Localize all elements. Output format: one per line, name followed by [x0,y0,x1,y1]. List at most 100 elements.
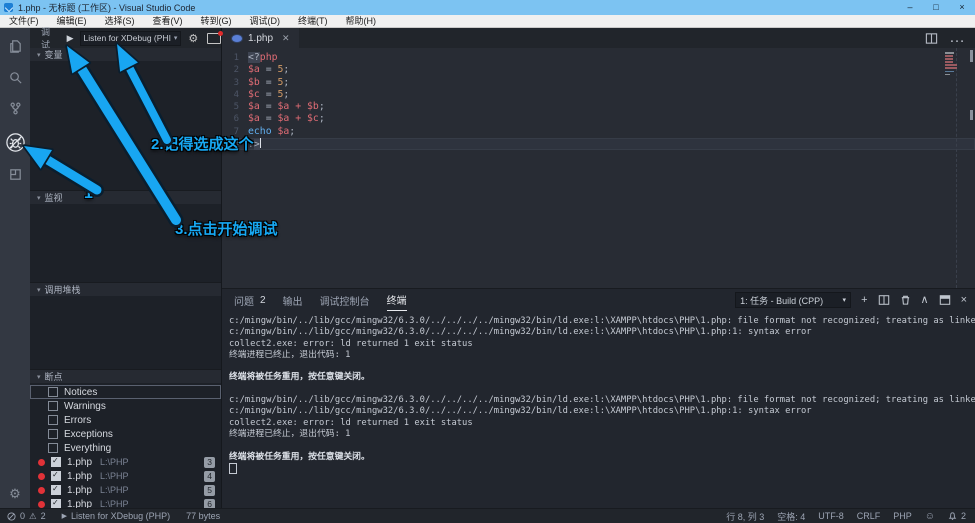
indentation-status[interactable]: 空格: 4 [777,510,805,523]
menu-item[interactable]: 帮助(H) [337,15,386,28]
configure-gear-icon[interactable]: ⚙ [188,32,198,45]
breakpoint-filter-row[interactable]: Errors [30,413,221,427]
editor-ruler [956,48,957,288]
panel-tab-问题[interactable]: 问题2 [234,290,266,311]
overview-ruler-mark [970,50,973,62]
search-icon[interactable] [0,65,30,89]
code-line[interactable]: 3$b = 5; [222,77,975,89]
code-line[interactable]: 6$a = $a + $c; [222,113,975,125]
breakpoint-row[interactable]: 1.phpL:\PHP4 [30,469,221,483]
code-line[interactable]: 7echo $a; [222,126,975,138]
terminal-select-dropdown[interactable]: 1: 任务 - Build (CPP) ▾ [735,292,851,308]
menu-item[interactable]: 查看(V) [144,15,192,28]
breakpoint-filter-row[interactable]: Notices [30,385,221,399]
section-watch[interactable]: ▾ 监视 [30,190,221,204]
debug-console-icon[interactable] [207,33,221,44]
line-number: 5 [222,101,248,113]
section-variables[interactable]: ▾ 变量 [30,48,221,61]
code-line[interactable]: 1<?php [222,52,975,64]
breakpoint-file: 1.php [67,485,92,496]
terminal-line: c:/mingw/bin/../lib/gcc/mingw32/6.3.0/..… [229,395,975,406]
code-text: <?php [248,52,278,64]
vscode-logo-icon [4,3,13,12]
feedback-smiley-icon[interactable]: ☺ [925,511,935,522]
panel-tab-终端[interactable]: 终端 [387,290,407,311]
breakpoint-filter-row[interactable]: Everything [30,441,221,455]
breakpoint-file: 1.php [67,499,92,509]
variables-content [30,61,221,190]
checkbox-checked[interactable] [51,471,61,481]
panel-tab-输出[interactable]: 输出 [283,290,303,311]
checkbox-checked[interactable] [51,457,61,467]
checkbox-unchecked[interactable] [48,429,58,439]
new-terminal-icon[interactable]: + [861,295,867,306]
code-editor[interactable]: 1<?php2$a = 5;3$b = 5;4$c = 5;5$a = $a +… [222,48,975,288]
language-status[interactable]: PHP [893,511,912,521]
close-panel-icon[interactable]: × [961,295,967,306]
split-editor-icon[interactable] [925,32,938,45]
extensions-icon[interactable] [0,162,30,186]
more-actions-icon[interactable]: … [949,29,965,47]
annotation-step2: 2.记得选成这个 [151,133,254,154]
menu-item[interactable]: 终端(T) [289,15,337,28]
breakpoint-filter-row[interactable]: Warnings [30,399,221,413]
line-number: 2 [222,64,248,76]
breakpoint-path: L:\PHP [100,457,129,467]
settings-gear-icon[interactable]: ⚙ [0,486,30,502]
panel-tab-label: 问题 [234,293,254,308]
debug-status[interactable]: ▶ Listen for XDebug (PHP) [62,511,170,521]
terminal-line: 终端进程已终止，退出代码: 1 [229,350,975,361]
encoding-status[interactable]: UTF-8 [818,511,844,521]
close-tab-icon[interactable]: ✕ [282,33,290,44]
breakpoint-row[interactable]: 1.phpL:\PHP6 [30,497,221,508]
eol-status[interactable]: CRLF [857,511,881,521]
start-debugging-button[interactable]: ▶ [67,33,74,43]
breakpoint-row[interactable]: 1.phpL:\PHP5 [30,483,221,497]
checkbox-unchecked[interactable] [48,443,58,453]
kill-terminal-trash-icon[interactable] [900,294,911,306]
split-terminal-icon[interactable] [878,294,890,306]
menu-item[interactable]: 调试(D) [241,15,290,28]
debug-sidebar: 调试 ▶ Listen for XDebug (PHI ▾ ⚙ ▾ 变量 ▾ 监… [30,28,222,508]
notifications-bell[interactable]: 2 [948,511,966,521]
section-breakpoints[interactable]: ▾ 断点 [30,369,221,383]
close-button[interactable]: × [949,0,975,15]
filter-label: Errors [64,415,91,426]
breakpoint-line-badge: 6 [204,499,215,509]
vscode-window: 1.php - 无标题 (工作区) - Visual Studio Code –… [0,0,975,523]
panel-tab-调试控制台[interactable]: 调试控制台 [320,290,370,311]
checkbox-unchecked[interactable] [48,415,58,425]
checkbox-unchecked[interactable] [48,401,58,411]
checkbox-checked[interactable] [51,499,61,508]
chevron-up-icon[interactable]: ∧ [921,295,929,306]
debug-icon[interactable] [0,130,30,154]
menu-item[interactable]: 转到(G) [192,15,241,28]
section-call-stack[interactable]: ▾ 调用堆栈 [30,282,221,296]
code-line[interactable]: 5$a = $a + $b; [222,101,975,113]
twistie-icon: ▾ [37,286,41,294]
code-text: $b = 5; [248,77,289,89]
minimize-button[interactable]: – [897,0,923,15]
menu-item[interactable]: 选择(S) [96,15,144,28]
maximize-panel-icon[interactable] [939,294,951,306]
breakpoint-row[interactable]: 1.phpL:\PHP3 [30,455,221,469]
problems-status[interactable]: 0 ⚠ 2 [7,511,46,522]
breakpoint-file: 1.php [67,457,92,468]
breakpoint-dot-icon [38,473,45,480]
source-control-icon[interactable] [0,96,30,120]
terminal-output[interactable]: c:/mingw/bin/../lib/gcc/mingw32/6.3.0/..… [222,311,975,508]
terminal-line: collect2.exe: error: ld returned 1 exit … [229,418,975,429]
code-line[interactable]: 8?> [222,138,975,150]
debug-config-dropdown[interactable]: Listen for XDebug (PHI ▾ [80,31,182,46]
minimap[interactable] [945,52,959,77]
explorer-icon[interactable] [0,34,30,58]
breakpoint-filter-row[interactable]: Exceptions [30,427,221,441]
checkbox-unchecked[interactable] [48,387,58,397]
tab-1php[interactable]: 1.php ✕ [222,28,299,48]
code-line[interactable]: 2$a = 5; [222,64,975,76]
tab-label: 1.php [248,33,273,44]
code-line[interactable]: 4$c = 5; [222,89,975,101]
maximize-button[interactable]: □ [923,0,949,15]
checkbox-checked[interactable] [51,485,61,495]
cursor-position-status[interactable]: 行 8, 列 3 [726,510,764,523]
